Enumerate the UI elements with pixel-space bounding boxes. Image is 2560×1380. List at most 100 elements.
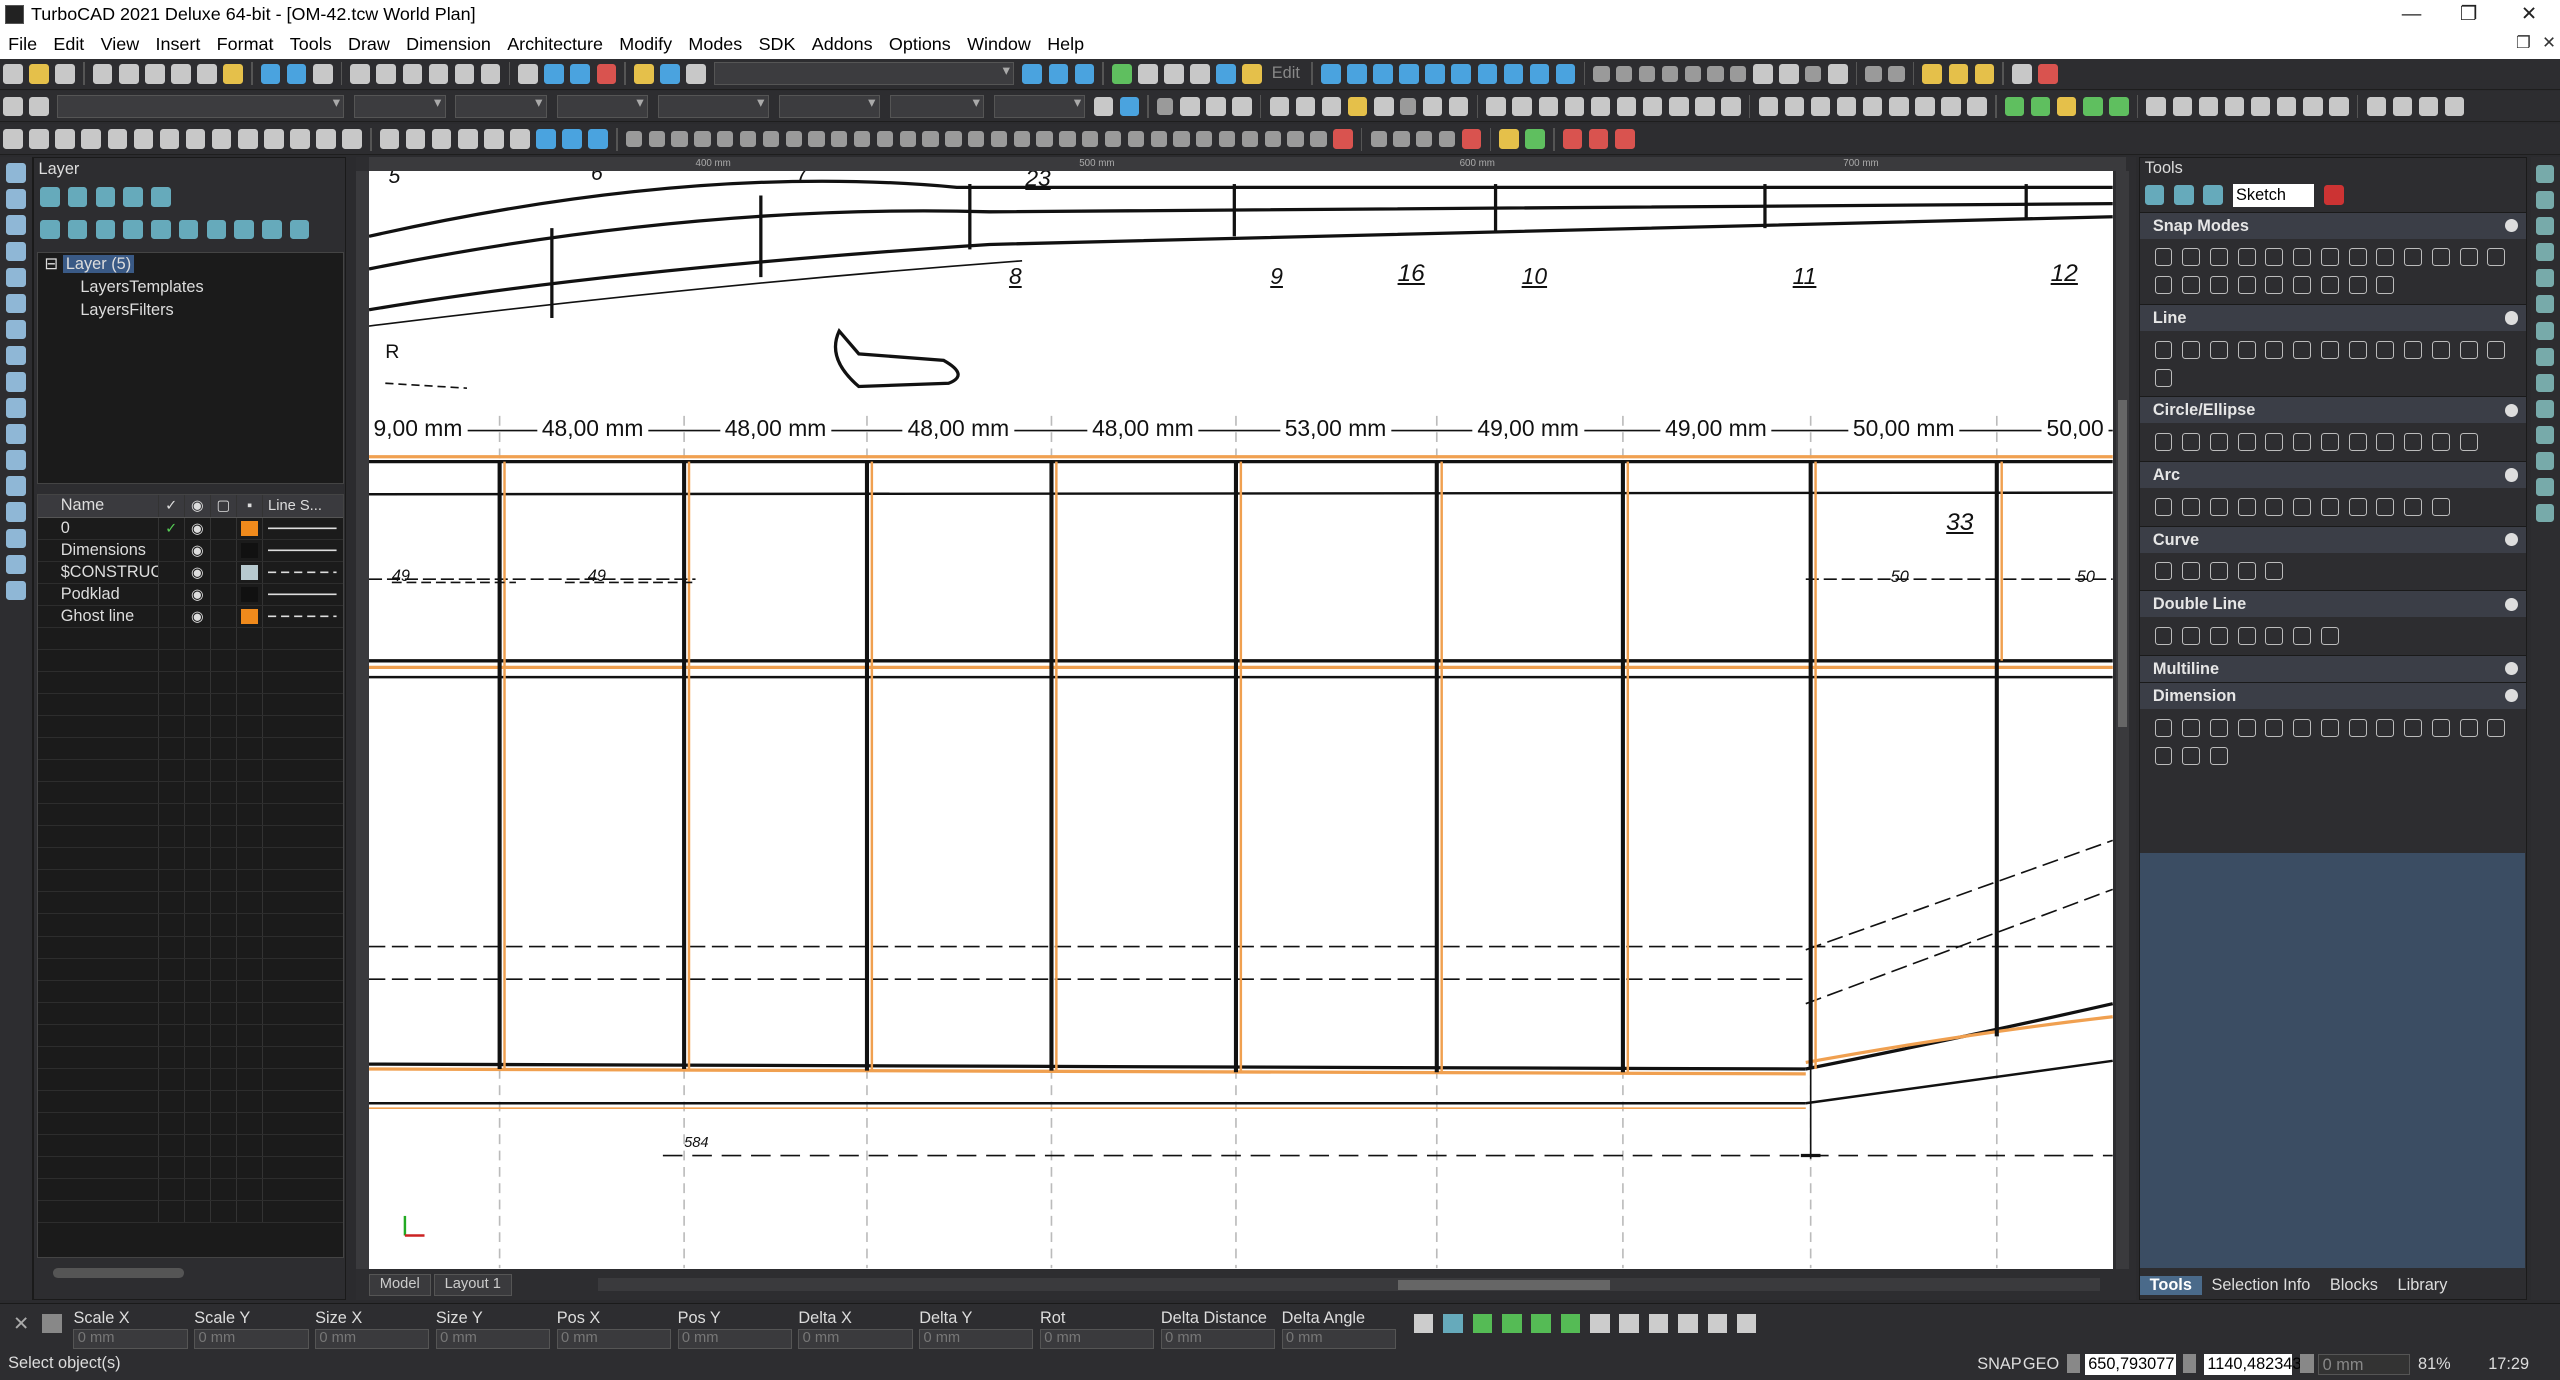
- line-scale-dropdown[interactable]: [889, 94, 985, 118]
- layer-set-current-icon[interactable]: [95, 219, 116, 240]
- stretch-icon[interactable]: [1512, 96, 1533, 117]
- text-tool-icon[interactable]: [6, 345, 26, 366]
- field-input[interactable]: 0 mm: [1160, 1329, 1276, 1349]
- inspector-grid-icon[interactable]: [42, 1313, 63, 1334]
- dim-linear-icon[interactable]: [1758, 96, 1779, 117]
- field-input[interactable]: 0 mm: [1281, 1329, 1396, 1349]
- menu-tools[interactable]: Tools: [282, 34, 340, 55]
- layer-current-check[interactable]: [159, 561, 185, 583]
- menu-addons[interactable]: Addons: [804, 34, 881, 55]
- dimension-label[interactable]: 50,00: [2041, 414, 2109, 442]
- zoom-page-icon[interactable]: [454, 63, 475, 84]
- tree-root[interactable]: ⊟ Layer (5): [38, 253, 343, 276]
- cylinder-icon[interactable]: [29, 129, 49, 149]
- layer-current-check[interactable]: [159, 539, 185, 561]
- edge-icon[interactable]: [562, 129, 582, 149]
- tab-selection-info[interactable]: Selection Info: [2202, 1276, 2320, 1295]
- snap-off-icon[interactable]: [1827, 63, 1848, 84]
- tool-icon[interactable]: [2209, 497, 2228, 516]
- tool-icon[interactable]: [2265, 340, 2284, 359]
- curve-tool-icon[interactable]: [6, 319, 26, 340]
- dimension-label[interactable]: 48,00 mm: [536, 414, 649, 442]
- dim-radius-icon[interactable]: [1836, 96, 1857, 117]
- tool-icon[interactable]: [2237, 340, 2256, 359]
- snap-extra2-icon[interactable]: [1888, 65, 1905, 82]
- slice-icon[interactable]: [342, 129, 362, 149]
- dimension-label[interactable]: 9,00 mm: [368, 414, 468, 442]
- tool-icon[interactable]: [2293, 627, 2312, 646]
- field-input[interactable]: 0 mm: [194, 1329, 309, 1349]
- show-icon[interactable]: [1393, 130, 1410, 148]
- layer-color-swatch[interactable]: [237, 561, 264, 583]
- slab-icon[interactable]: [1127, 130, 1145, 148]
- column-color[interactable]: ▪: [237, 495, 264, 517]
- close-button[interactable]: ✕: [2501, 0, 2557, 29]
- layer-row[interactable]: 0 ✓ ◉: [37, 517, 343, 540]
- space-icon[interactable]: [1218, 130, 1236, 148]
- tool-icon[interactable]: [2431, 433, 2450, 452]
- polygon-icon[interactable]: [922, 130, 939, 148]
- sphere-icon[interactable]: [55, 129, 75, 149]
- column-lock[interactable]: ▢: [211, 495, 238, 517]
- insp-icon-7[interactable]: [1590, 1313, 1610, 1334]
- tool-icon[interactable]: [2237, 562, 2256, 581]
- tool-icon[interactable]: [2293, 248, 2312, 267]
- tool-icon[interactable]: [2431, 497, 2450, 516]
- tool-icon[interactable]: [2154, 627, 2173, 646]
- block-tool-icon[interactable]: [6, 372, 26, 392]
- column-current[interactable]: ✓: [159, 495, 185, 517]
- prism-icon[interactable]: [159, 129, 180, 149]
- section3-icon[interactable]: [2198, 96, 2219, 117]
- tool-icon[interactable]: [2209, 627, 2228, 646]
- tool-section-header[interactable]: Multiline: [2139, 655, 2527, 682]
- layer-row[interactable]: Ghost line ◉: [37, 606, 343, 629]
- z-mode-icon[interactable]: [2300, 1353, 2314, 1374]
- box-icon[interactable]: [3, 129, 23, 149]
- dim-continue-icon[interactable]: [1941, 96, 1961, 117]
- drafting-mode-icon[interactable]: [2174, 185, 2194, 206]
- camera-icon[interactable]: [1048, 63, 1069, 84]
- shrink-icon[interactable]: [1616, 96, 1637, 117]
- tool-icon[interactable]: [2320, 497, 2339, 516]
- layer-save-icon[interactable]: [178, 219, 199, 240]
- vertex-icon[interactable]: [588, 129, 608, 149]
- palette-icon-12[interactable]: [2536, 452, 2555, 471]
- rotate-icon[interactable]: [1179, 96, 1200, 117]
- tool-icon[interactable]: [2209, 746, 2228, 765]
- save-icon[interactable]: [55, 63, 75, 84]
- palette-icon-11[interactable]: [2536, 425, 2555, 444]
- dim-aligned-icon[interactable]: [1784, 96, 1805, 117]
- tool-icon[interactable]: [2293, 340, 2312, 359]
- meet-icon[interactable]: [1590, 96, 1611, 117]
- view-top-icon[interactable]: [1321, 63, 1341, 84]
- layer-merge-icon[interactable]: [151, 219, 171, 240]
- explode-icon[interactable]: [686, 63, 706, 84]
- tool-icon[interactable]: [2320, 340, 2339, 359]
- point-tool-icon[interactable]: [6, 215, 26, 236]
- tool-icon[interactable]: [2404, 433, 2423, 452]
- delete-icon[interactable]: [1333, 129, 1353, 149]
- unlock-icon[interactable]: [1438, 130, 1456, 148]
- tool-section-header[interactable]: Circle/Ellipse: [2139, 397, 2527, 424]
- ruled-icon[interactable]: [739, 130, 757, 148]
- tool-icon[interactable]: [2487, 248, 2506, 267]
- window-arrange-icon[interactable]: [2444, 96, 2465, 117]
- menu-insert[interactable]: Insert: [147, 34, 208, 55]
- extrude-icon[interactable]: [185, 129, 206, 149]
- chamfer-icon[interactable]: [1347, 96, 1368, 117]
- snap-center-icon[interactable]: [1638, 65, 1656, 82]
- vertical-scroll-thumb[interactable]: [2117, 399, 2128, 727]
- hidden-line-icon[interactable]: [1164, 63, 1184, 84]
- menu-sdk[interactable]: SDK: [750, 34, 803, 55]
- layer-sets-icon[interactable]: [123, 187, 143, 207]
- print-setup-icon[interactable]: [29, 96, 49, 117]
- zoom-extents-icon[interactable]: [428, 63, 449, 84]
- offset-icon[interactable]: [1373, 96, 1394, 117]
- dimension-label[interactable]: 48,00 mm: [1087, 414, 1199, 442]
- menu-file[interactable]: File: [0, 34, 45, 55]
- tool-icon[interactable]: [2293, 433, 2312, 452]
- image-tool-icon[interactable]: [6, 528, 26, 549]
- tool-icon[interactable]: [2265, 276, 2284, 295]
- trim-icon[interactable]: [1269, 96, 1290, 117]
- minimize-button[interactable]: —: [2384, 0, 2440, 29]
